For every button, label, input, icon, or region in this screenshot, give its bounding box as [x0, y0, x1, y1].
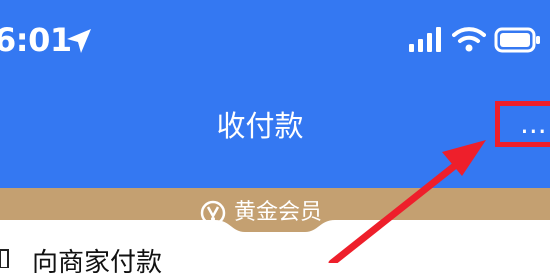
location-arrow-icon — [67, 29, 91, 53]
list-item-label[interactable]: 向商家付款 — [32, 248, 162, 278]
wifi-icon — [452, 27, 486, 52]
qr-code-icon — [0, 249, 9, 268]
status-time: 6:01 — [0, 21, 72, 59]
member-badge[interactable]: 黄金会员 — [200, 193, 322, 233]
member-banner-label: 黄金会员 — [234, 200, 323, 225]
gold-medal-icon — [200, 200, 226, 226]
more-button[interactable] — [495, 101, 550, 147]
cellular-signal-icon — [409, 27, 441, 52]
battery-icon — [494, 27, 540, 53]
page-title: 收付款 — [216, 109, 304, 143]
